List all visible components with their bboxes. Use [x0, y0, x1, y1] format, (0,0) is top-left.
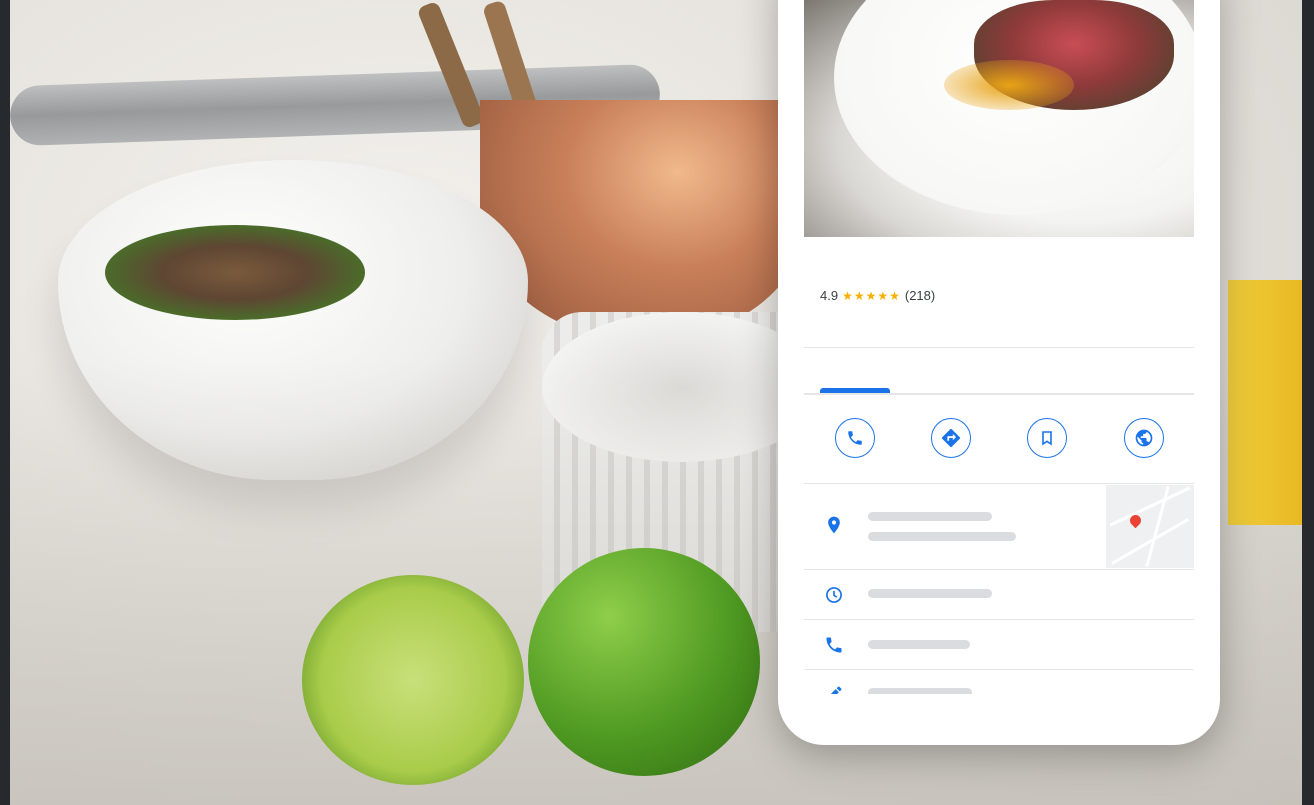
phone-placeholder-line	[868, 640, 970, 649]
map-thumbnail[interactable]	[1106, 485, 1194, 568]
save-button[interactable]	[1027, 418, 1067, 458]
call-icon	[848, 431, 862, 445]
edit-pencil-icon	[830, 686, 842, 694]
lime-whole	[528, 548, 760, 776]
website-icon	[1135, 429, 1153, 447]
address-placeholder-line	[868, 512, 992, 521]
star-rating-icon: ★★★★★	[842, 288, 901, 303]
divider	[804, 347, 1194, 348]
tab-bar-divider	[804, 393, 1194, 395]
clock-icon	[826, 587, 842, 603]
rating-value: 4.9	[820, 288, 839, 303]
copper-pot	[480, 100, 810, 340]
save-icon	[1042, 431, 1052, 446]
directions-icon	[941, 428, 961, 448]
phone-screen: 4.9 ★★★★★ (218)	[804, 0, 1194, 694]
phone-row[interactable]	[804, 620, 1194, 669]
review-count: (218)	[904, 288, 936, 303]
rating-summary[interactable]: 4.9 ★★★★★ (218)	[820, 288, 935, 303]
map-road	[1109, 486, 1191, 527]
phone-icon	[826, 637, 842, 653]
edit-placeholder-line	[868, 688, 972, 694]
map-road	[1145, 486, 1170, 567]
hours-placeholder-line	[868, 589, 992, 598]
phone-mockup: 4.9 ★★★★★ (218)	[778, 0, 1220, 745]
lime-half	[302, 575, 524, 785]
address-placeholder-line	[868, 532, 1016, 541]
hours-row[interactable]	[804, 570, 1194, 619]
suggest-edit-row[interactable]	[804, 670, 1194, 694]
listing-hero-photo[interactable]	[804, 0, 1194, 237]
website-button[interactable]	[1124, 418, 1164, 458]
call-button[interactable]	[835, 418, 875, 458]
bowl-food	[105, 225, 365, 320]
sauce	[944, 60, 1074, 110]
location-pin-icon	[828, 516, 840, 534]
juice-glass	[1228, 280, 1302, 525]
directions-button[interactable]	[931, 418, 971, 458]
action-bar	[804, 418, 1194, 464]
